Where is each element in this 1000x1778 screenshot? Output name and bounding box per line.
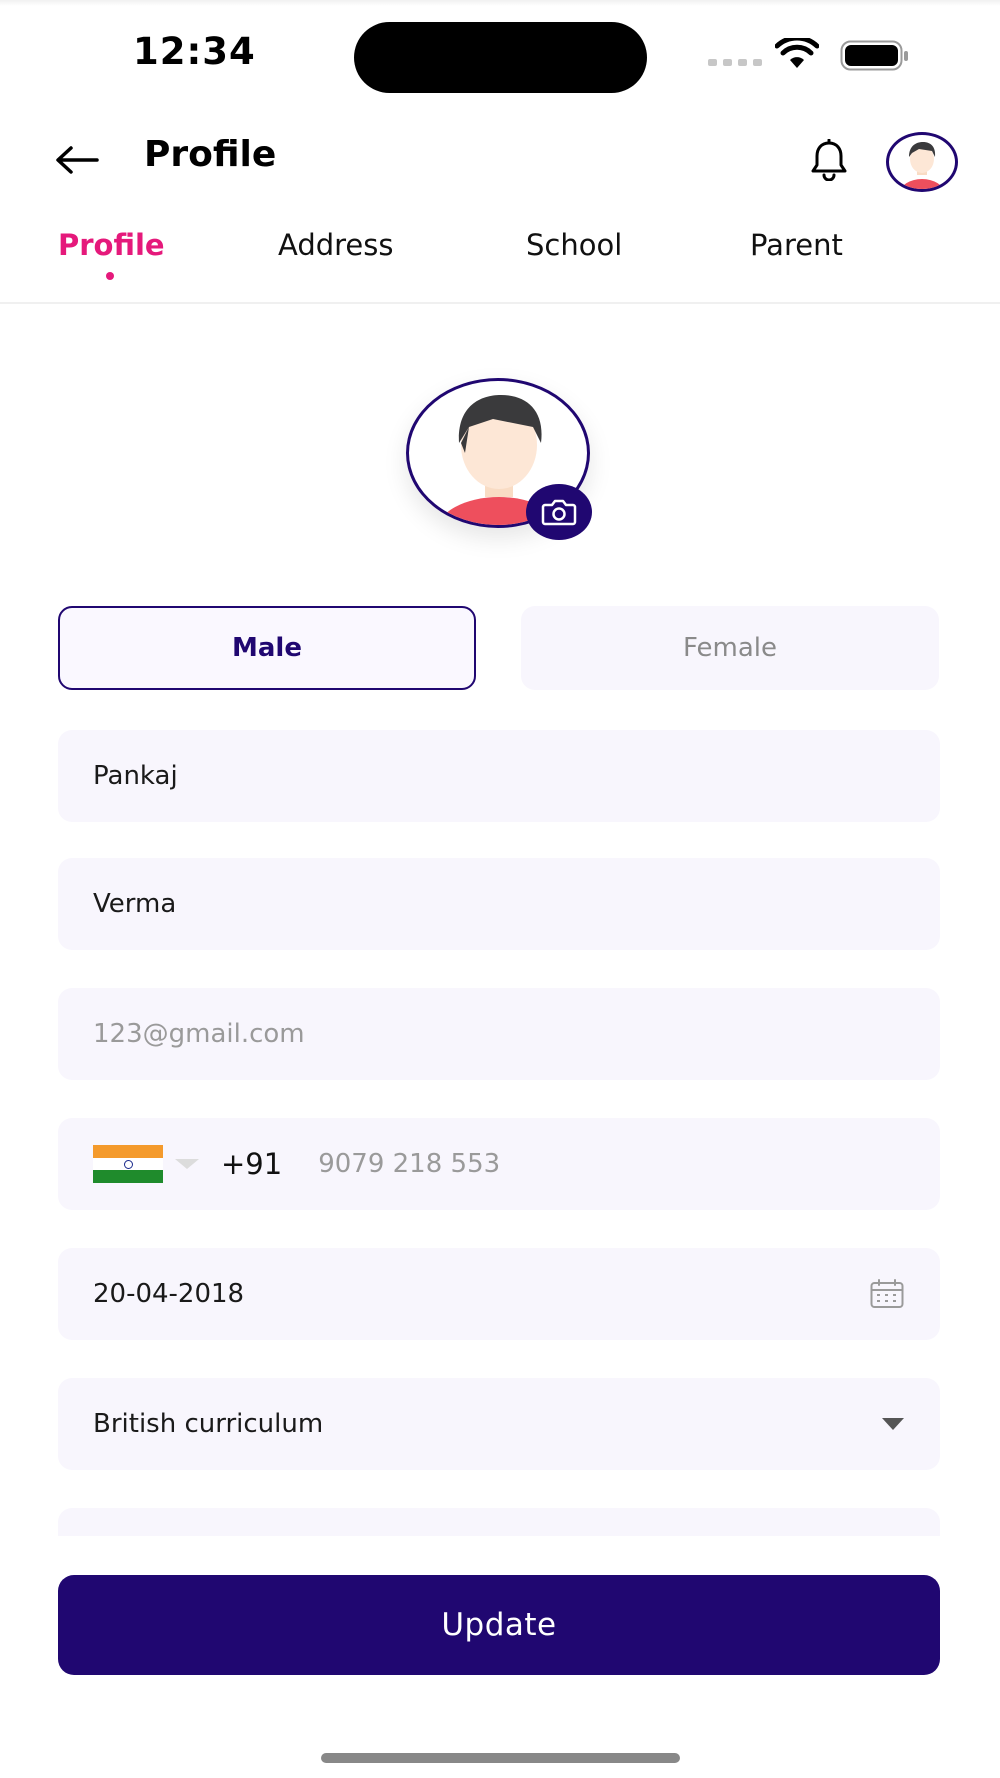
tab-school-label: School — [526, 228, 623, 262]
phone-number-placeholder: 9079 218 553 — [318, 1149, 501, 1179]
scroll-cutoff — [0, 1540, 1000, 1566]
content-area: 12:34 Profile Profile Address School Par… — [0, 0, 1000, 1778]
gender-female-button[interactable]: Female — [521, 606, 939, 690]
cellular-signal-icon — [708, 59, 762, 66]
gender-male-label: Male — [232, 633, 302, 663]
dial-code: +91 — [221, 1147, 283, 1181]
india-flag-icon[interactable] — [93, 1145, 163, 1184]
dynamic-island — [354, 22, 647, 93]
tab-address[interactable]: Address — [278, 228, 394, 262]
gender-female-label: Female — [682, 633, 777, 663]
first-name-field[interactable]: Pankaj — [58, 730, 940, 822]
status-time: 12:34 — [133, 30, 256, 73]
profile-tabs: Profile Address School Parent — [0, 220, 1000, 304]
page-title: Profile — [144, 134, 277, 175]
curriculum-dropdown-button[interactable] — [882, 1418, 904, 1430]
email-field[interactable]: 123@gmail.com — [58, 988, 940, 1080]
battery-icon — [840, 40, 908, 71]
tab-profile-label: Profile — [58, 228, 165, 262]
profile-screen: 12:34 Profile Profile Address School Par… — [0, 0, 1000, 1778]
gender-male-button[interactable]: Male — [58, 606, 476, 690]
tab-parent[interactable]: Parent — [750, 228, 843, 262]
update-button[interactable]: Update — [58, 1575, 940, 1675]
curriculum-select[interactable]: British curriculum — [58, 1378, 940, 1470]
tab-profile[interactable]: Profile — [58, 228, 165, 262]
change-photo-button[interactable] — [526, 484, 592, 540]
tab-parent-label: Parent — [750, 228, 843, 262]
home-indicator[interactable] — [321, 1753, 680, 1763]
next-field-partial[interactable] — [58, 1508, 940, 1536]
profile-photo-section — [406, 378, 592, 540]
back-button[interactable] — [52, 138, 102, 182]
tab-school[interactable]: School — [526, 228, 622, 262]
wifi-icon — [775, 38, 819, 68]
last-name-field[interactable]: Verma — [58, 858, 940, 950]
user-avatar-icon — [900, 142, 944, 189]
ashoka-chakra — [123, 1159, 133, 1169]
bell-icon — [811, 139, 847, 181]
update-button-label: Update — [441, 1607, 557, 1643]
date-of-birth-field[interactable]: 20-04-2018 — [58, 1248, 940, 1340]
country-dropdown-caret-icon[interactable] — [175, 1159, 199, 1169]
email-placeholder: 123@gmail.com — [93, 1019, 305, 1049]
phone-field[interactable]: +91 9079 218 553 — [58, 1118, 940, 1210]
date-of-birth-value: 20-04-2018 — [93, 1279, 245, 1309]
camera-icon — [541, 499, 577, 526]
calendar-button[interactable] — [870, 1279, 904, 1309]
header-avatar-button[interactable] — [886, 132, 958, 192]
calendar-icon — [870, 1279, 904, 1308]
last-name-value: Verma — [93, 889, 177, 919]
top-shade — [0, 0, 1000, 6]
arrow-left-icon — [56, 146, 99, 174]
first-name-value: Pankaj — [93, 761, 178, 791]
tab-address-label: Address — [278, 228, 394, 262]
notifications-button[interactable] — [806, 137, 852, 183]
curriculum-value: British curriculum — [93, 1409, 324, 1439]
chevron-down-icon — [882, 1418, 904, 1430]
active-tab-indicator — [106, 272, 114, 280]
